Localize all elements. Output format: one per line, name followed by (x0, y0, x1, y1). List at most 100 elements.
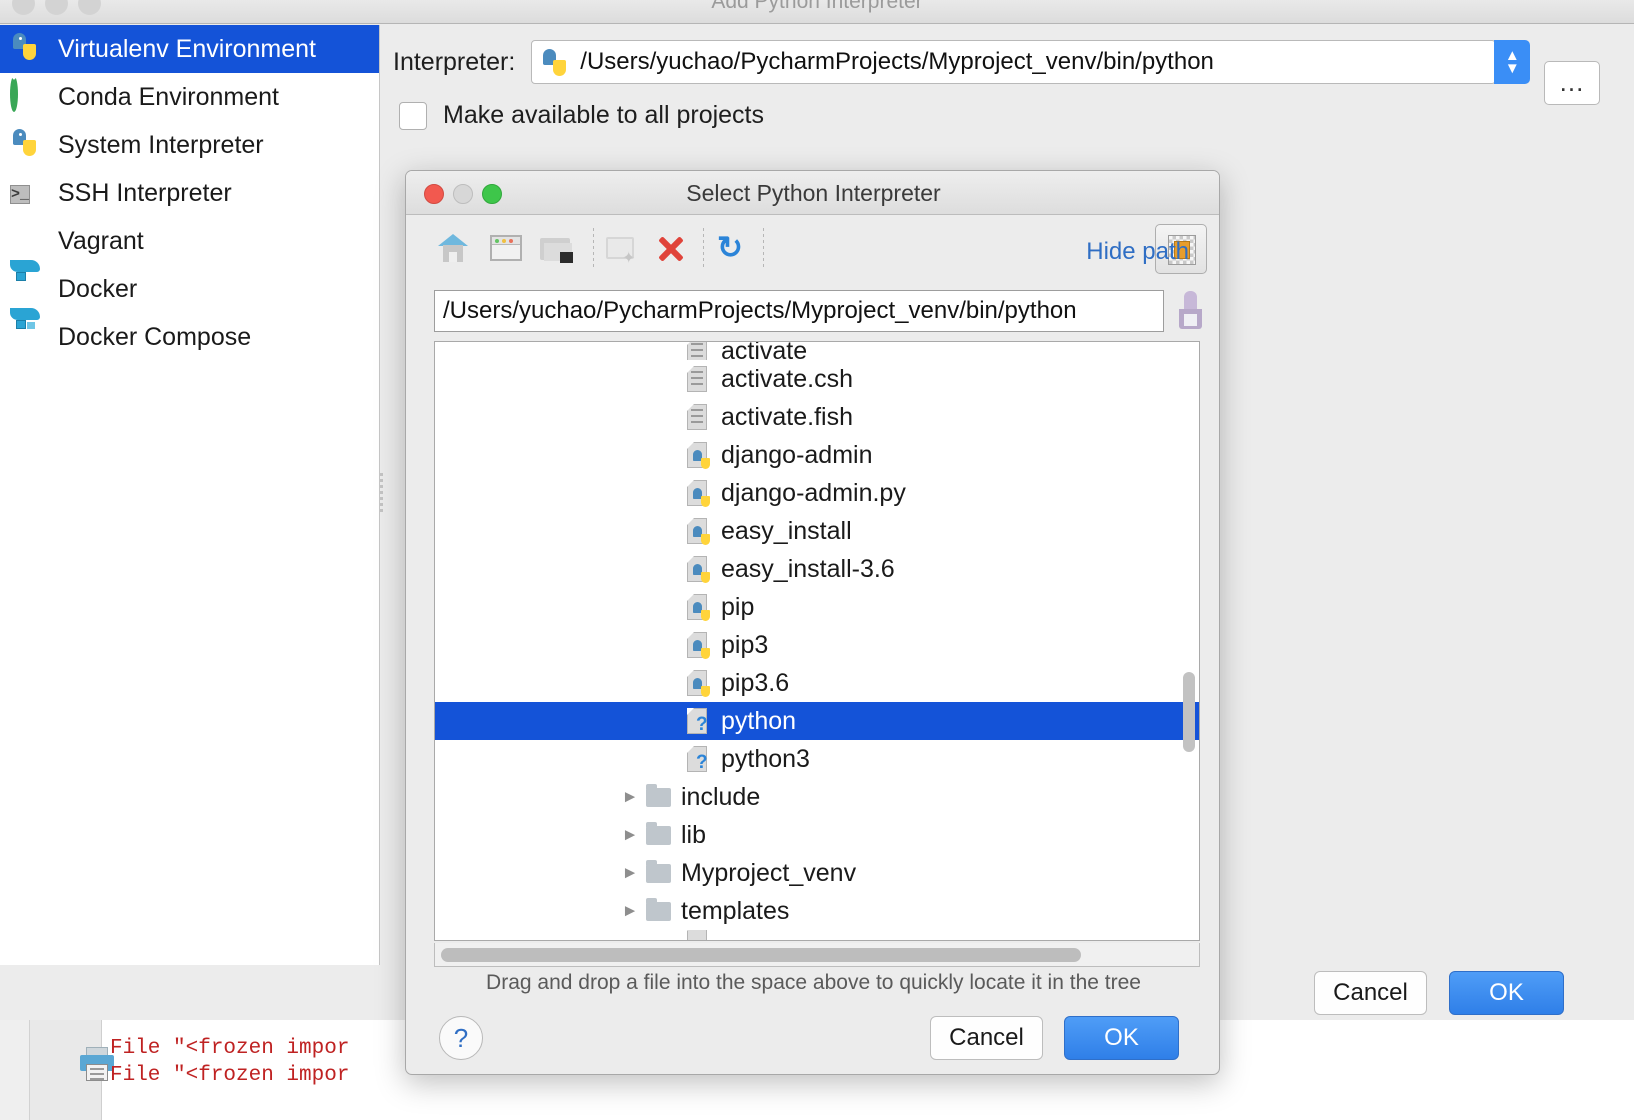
close-icon[interactable] (424, 184, 444, 204)
home-icon[interactable] (434, 230, 476, 268)
sidebar-item-label: Vagrant (58, 227, 144, 256)
docker-icon (10, 272, 48, 306)
chevron-right-icon[interactable]: ► (617, 787, 643, 807)
interpreter-combobox[interactable]: /Users/yuchao/PycharmProjects/Myproject_… (531, 40, 1496, 84)
tree-row-easy-install-36[interactable]: easy_install-3.6 (435, 550, 1199, 588)
docker-compose-icon (10, 320, 48, 354)
sidebar-item-docker[interactable]: Docker (0, 265, 379, 313)
python-file-icon (683, 668, 713, 698)
tree-row-partial[interactable] (435, 930, 1199, 941)
help-button[interactable]: ? (439, 1016, 483, 1060)
tree-vertical-scrollbar[interactable] (1183, 672, 1195, 752)
minimize-icon[interactable] (453, 184, 473, 204)
python-file-icon (683, 592, 713, 622)
tree-row-label: activate.fish (721, 403, 853, 432)
folder-icon (643, 782, 673, 812)
chevron-right-icon[interactable]: ► (617, 863, 643, 883)
inner-titlebar: Select Python Interpreter (406, 171, 1220, 215)
sidebar-item-label: System Interpreter (58, 131, 264, 160)
tree-row-templates[interactable]: ► templates (435, 892, 1199, 930)
tree-row-django-admin[interactable]: django-admin (435, 436, 1199, 474)
python-venv-icon (10, 32, 48, 66)
tree-row-label: activate.csh (721, 365, 853, 394)
path-row: /Users/yuchao/PycharmProjects/Myproject_… (406, 281, 1220, 339)
interpreter-value: /Users/yuchao/PycharmProjects/Myproject_… (580, 48, 1214, 76)
tree-row-label: python (721, 707, 796, 736)
tree-row-label: include (681, 783, 760, 812)
path-input[interactable]: /Users/yuchao/PycharmProjects/Myproject_… (434, 290, 1164, 332)
tree-row-clipped[interactable]: activate (435, 342, 1199, 360)
folder-icon (643, 858, 673, 888)
python-file-icon (683, 630, 713, 660)
sidebar-item-conda-environment[interactable]: Conda Environment (0, 73, 379, 121)
text-file-icon (683, 930, 713, 941)
chevron-updown-icon[interactable]: ▲▼ (1494, 40, 1530, 84)
tree-row-include[interactable]: ► include (435, 778, 1199, 816)
sidebar-item-label: Virtualenv Environment (58, 35, 316, 64)
make-available-label: Make available to all projects (443, 101, 764, 130)
unknown-file-icon: ? (683, 744, 713, 774)
toolbar-separator (593, 228, 594, 270)
sidebar-item-ssh-interpreter[interactable]: >_ SSH Interpreter (0, 169, 379, 217)
maximize-icon[interactable] (482, 184, 502, 204)
inner-ok-button[interactable]: OK (1064, 1016, 1179, 1060)
tree-row-label: django-admin (721, 441, 873, 470)
tree-row-activate-fish[interactable]: activate.fish (435, 398, 1199, 436)
toolbar-separator (763, 228, 764, 270)
tree-row-python-selected[interactable]: ? python (435, 702, 1199, 740)
python-file-icon (683, 478, 713, 508)
python-icon (10, 128, 48, 162)
sidebar-item-label: Conda Environment (58, 83, 279, 112)
project-folder-icon[interactable] (538, 230, 580, 268)
refresh-icon[interactable]: ↻ (711, 230, 753, 268)
toolbar-separator (703, 228, 704, 270)
tree-row-python3[interactable]: ? python3 (435, 740, 1199, 778)
unknown-file-icon: ? (683, 706, 713, 736)
console-toolbar (30, 1017, 102, 1120)
tree-row-django-admin-py[interactable]: django-admin.py (435, 474, 1199, 512)
sidebar-item-system-interpreter[interactable]: System Interpreter (0, 121, 379, 169)
hide-path-link[interactable]: Hide path (1086, 238, 1189, 266)
desktop-icon[interactable] (486, 230, 528, 268)
delete-icon[interactable] (649, 230, 691, 268)
tree-horizontal-scrollbar-thumb[interactable] (441, 948, 1081, 962)
file-chooser-toolbar: ✦ ↻ Hide path (406, 216, 1220, 280)
vagrant-icon (10, 224, 48, 258)
cancel-button[interactable]: Cancel (1314, 971, 1427, 1015)
tree-row-easy-install[interactable]: easy_install (435, 512, 1199, 550)
outer-titlebar: Add Python Interpreter (0, 0, 1634, 24)
chevron-right-icon[interactable]: ► (617, 901, 643, 921)
inner-cancel-button[interactable]: Cancel (930, 1016, 1043, 1060)
file-tree[interactable]: activate activate.csh activate.fish djan… (434, 341, 1200, 941)
folder-icon (643, 820, 673, 850)
tree-row-label: easy_install-3.6 (721, 555, 895, 584)
tree-row-label: easy_install (721, 517, 852, 546)
tree-row-pip36[interactable]: pip3.6 (435, 664, 1199, 702)
tree-horizontal-scrollbar-track[interactable] (434, 943, 1200, 967)
conda-icon (10, 80, 48, 114)
save-path-icon[interactable] (1176, 291, 1206, 331)
sidebar-item-virtualenv-environment[interactable]: Virtualenv Environment (0, 25, 379, 73)
tree-row-pip[interactable]: pip (435, 588, 1199, 626)
tree-row-label: pip3.6 (721, 669, 789, 698)
tree-row-activate-csh[interactable]: activate.csh (435, 360, 1199, 398)
folder-icon (643, 896, 673, 926)
new-folder-icon[interactable]: ✦ (602, 230, 644, 268)
text-file-icon (683, 364, 713, 394)
sidebar-item-docker-compose[interactable]: Docker Compose (0, 313, 379, 361)
chevron-right-icon[interactable]: ► (617, 825, 643, 845)
python-venv-icon (540, 48, 570, 76)
interpreter-row: Interpreter: /Users/yuchao/PycharmProjec… (393, 40, 1530, 84)
make-available-checkbox[interactable] (399, 102, 427, 130)
tree-row-pip3[interactable]: pip3 (435, 626, 1199, 664)
sidebar-item-vagrant[interactable]: Vagrant (0, 217, 379, 265)
tree-row-label: pip (721, 593, 754, 622)
select-python-interpreter-dialog: Select Python Interpreter ✦ ↻ Hide path … (405, 170, 1220, 1075)
console-error-text: File "<frozen impor File "<frozen impor (110, 1035, 349, 1089)
tree-row-myproject-venv[interactable]: ► Myproject_venv (435, 854, 1199, 892)
interpreter-label: Interpreter: (393, 48, 515, 77)
tree-row-lib[interactable]: ► lib (435, 816, 1199, 854)
browse-interpreter-button[interactable]: ... (1544, 61, 1600, 105)
tree-row-label: python3 (721, 745, 810, 774)
ok-button[interactable]: OK (1449, 971, 1564, 1015)
